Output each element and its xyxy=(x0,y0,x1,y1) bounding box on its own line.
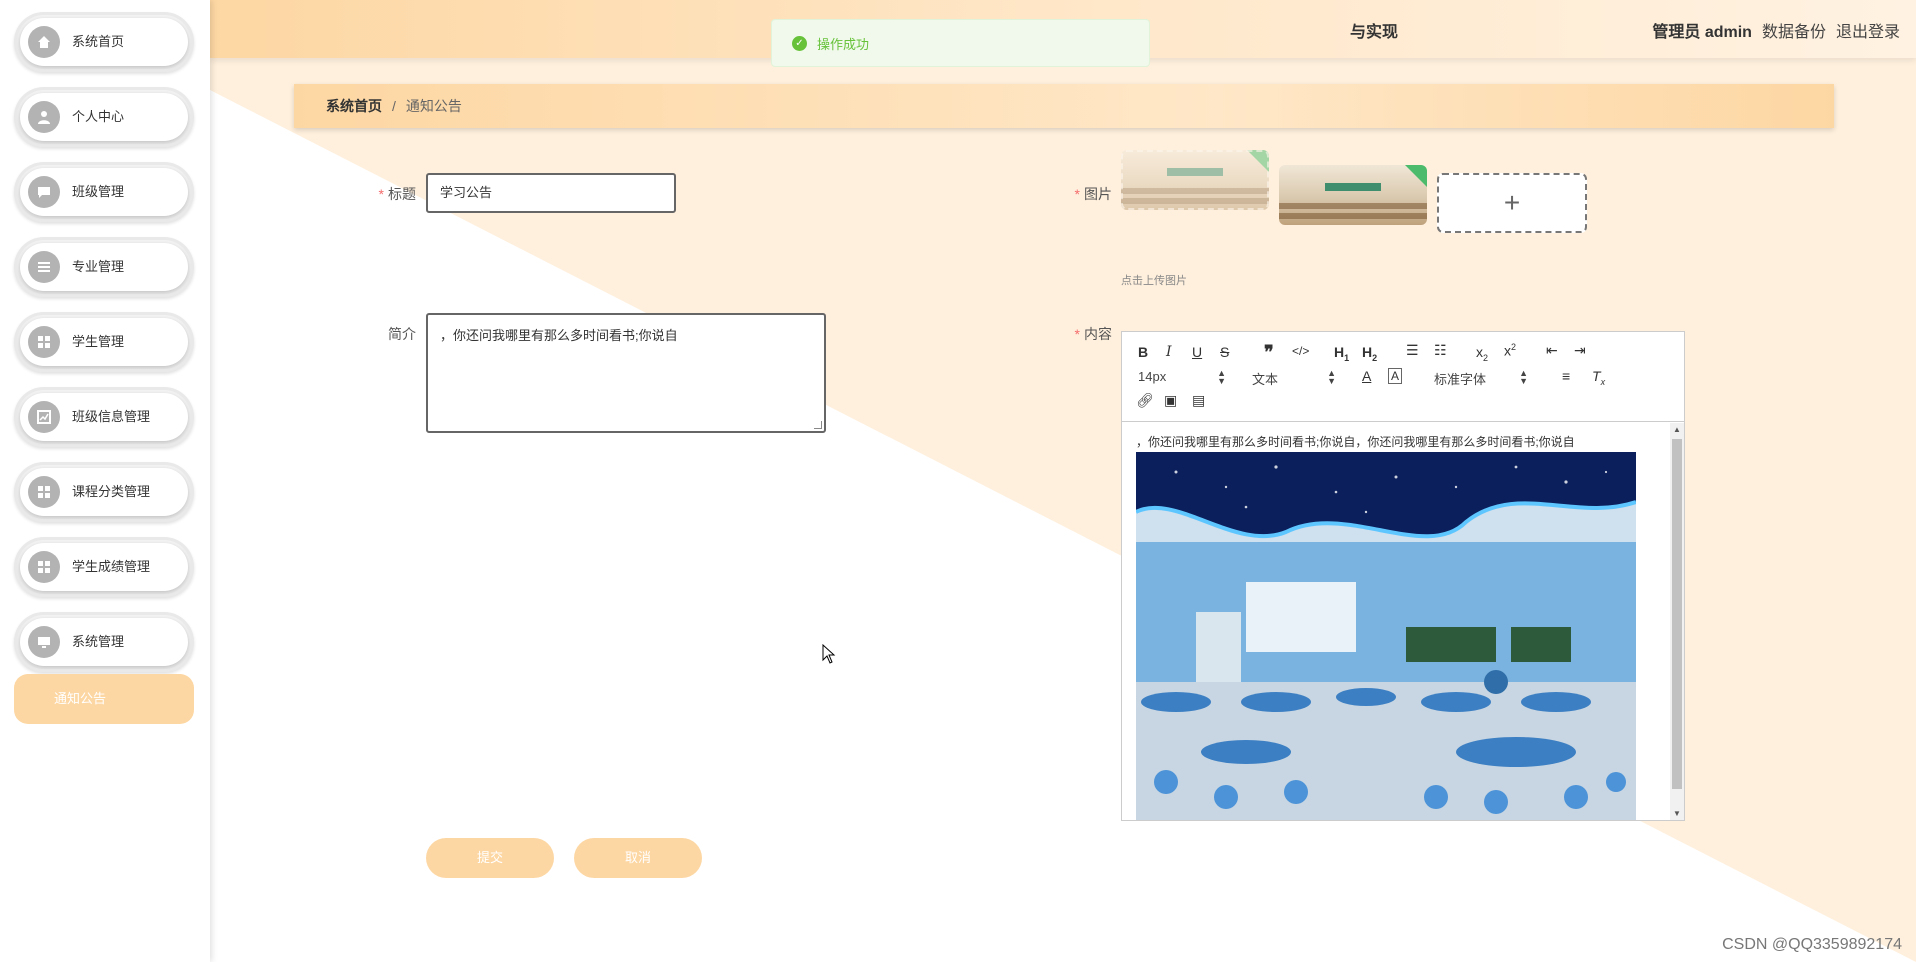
chevron-updown-icon: ▲ ▼ xyxy=(1327,368,1336,386)
main-area: 与实现 管理员 admin 数据备份 退出登录 系统首页 / 通知公告 * 标题 … xyxy=(210,0,1916,962)
editor-text: ，你还问我哪里有那么多时间看书;你说自，你还问我哪里有那么多时间看书;你说自 xyxy=(1136,435,1575,449)
summary-label: 简介 xyxy=(388,326,416,342)
breadcrumb-separator: / xyxy=(392,98,396,114)
image-label: * 图片 xyxy=(1074,186,1112,202)
sidebar-item-label: 个人中心 xyxy=(72,109,125,124)
blockquote-icon[interactable]: ❞ xyxy=(1264,342,1274,363)
video-icon[interactable]: ▤ xyxy=(1192,392,1205,409)
title-input[interactable]: 学习公告 xyxy=(426,173,676,213)
success-toast: ✓ 操作成功 xyxy=(771,19,1150,67)
heading-select[interactable]: 文本 ▲ ▼ xyxy=(1252,369,1336,388)
subscript-icon[interactable]: x2 xyxy=(1476,344,1488,363)
monitor-icon xyxy=(28,626,60,658)
code-icon[interactable]: </> xyxy=(1292,344,1309,358)
heading1-icon[interactable]: H1 xyxy=(1334,344,1349,363)
submit-button[interactable]: 提交 xyxy=(426,838,554,878)
list-icon xyxy=(28,251,60,283)
ordered-list-icon[interactable]: ☰ xyxy=(1406,342,1419,359)
system-title: 与实现 xyxy=(1350,24,1399,41)
toast-message: 操作成功 xyxy=(817,36,870,52)
heading2-icon[interactable]: H2 xyxy=(1362,344,1377,363)
sidebar-item-class-info[interactable]: 班级信息管理 xyxy=(14,387,194,447)
chevron-updown-icon: ▲ ▼ xyxy=(1217,368,1226,386)
content-label: * 内容 xyxy=(1074,326,1112,342)
scroll-up-icon[interactable]: ▲ xyxy=(1670,425,1684,434)
resize-handle[interactable] xyxy=(814,421,822,429)
sidebar-item-label: 专业管理 xyxy=(72,259,125,274)
strikethrough-icon[interactable]: S xyxy=(1220,344,1229,360)
sidebar-item-home[interactable]: 系统首页 xyxy=(14,12,194,72)
title-label: * 标题 xyxy=(378,186,416,202)
editor-content[interactable]: ，你还问我哪里有那么多时间看书;你说自，你还问我哪里有那么多时间看书;你说自 xyxy=(1122,423,1684,820)
underline-icon[interactable]: U xyxy=(1192,344,1202,360)
grid-icon xyxy=(28,326,60,358)
sidebar-subitem-notice[interactable]: 通知公告 xyxy=(14,674,194,724)
clear-format-icon[interactable]: Tx xyxy=(1592,368,1605,387)
font-family-select[interactable]: 标准字体 ▲ ▼ xyxy=(1434,369,1528,388)
upload-button[interactable]: + xyxy=(1437,173,1587,233)
user-icon xyxy=(28,101,60,133)
sidebar-item-label: 课程分类管理 xyxy=(72,484,151,499)
sidebar-item-grades[interactable]: 学生成绩管理 xyxy=(14,537,194,597)
check-circle-icon: ✓ xyxy=(792,35,807,51)
home-icon xyxy=(28,26,60,58)
link-icon[interactable]: 🔗︎ xyxy=(1136,392,1154,409)
sidebar-item-label: 班级信息管理 xyxy=(72,409,151,424)
classroom-photo xyxy=(1136,452,1636,820)
bold-icon[interactable]: B xyxy=(1138,344,1148,360)
image-icon[interactable]: ▣ xyxy=(1164,392,1177,409)
editor-toolbar: B I U S ❞ </> H1 H2 ☰ ☷ x2 x2 ⇤ ⇥ 14px ▲… xyxy=(1122,332,1684,422)
sidebar-item-class[interactable]: 班级管理 xyxy=(14,162,194,222)
sidebar-item-course-category[interactable]: 课程分类管理 xyxy=(14,462,194,522)
chart-icon xyxy=(28,401,60,433)
admin-label: 管理员 admin xyxy=(1652,24,1752,41)
breadcrumb-home[interactable]: 系统首页 xyxy=(326,96,382,116)
cancel-button[interactable]: 取消 xyxy=(574,838,702,878)
sidebar-item-label: 系统管理 xyxy=(72,634,125,649)
upload-tip: 点击上传图片 xyxy=(1121,275,1187,287)
rich-text-editor[interactable]: B I U S ❞ </> H1 H2 ☰ ☷ x2 x2 ⇤ ⇥ 14px ▲… xyxy=(1121,331,1685,821)
superscript-icon[interactable]: x2 xyxy=(1504,342,1516,359)
breadcrumb: 系统首页 / 通知公告 xyxy=(294,84,1834,128)
italic-icon[interactable]: I xyxy=(1166,344,1172,360)
mouse-cursor-icon xyxy=(822,644,836,664)
sidebar-item-profile[interactable]: 个人中心 xyxy=(14,87,194,147)
image-thumbnail-2[interactable] xyxy=(1279,165,1427,225)
background-color-icon[interactable]: A xyxy=(1388,368,1403,384)
sidebar-item-major[interactable]: 专业管理 xyxy=(14,237,194,297)
sidebar-item-system[interactable]: 系统管理 xyxy=(14,612,194,672)
bullet-list-icon[interactable]: ☷ xyxy=(1434,342,1447,359)
sidebar-item-label: 班级管理 xyxy=(72,184,125,199)
sidebar-item-label: 学生管理 xyxy=(72,334,125,349)
scroll-down-icon[interactable]: ▼ xyxy=(1670,809,1684,818)
sidebar-item-label: 系统首页 xyxy=(72,34,125,49)
font-size-select[interactable]: 14px ▲ ▼ xyxy=(1138,368,1226,386)
sidebar: 系统首页 个人中心 班级管理 专业管理 学生管理 班级信息管理 课程分类管理 学… xyxy=(0,0,210,962)
editor-scrollbar[interactable]: ▲ ▼ xyxy=(1670,423,1684,820)
plus-icon: + xyxy=(1503,187,1521,218)
image-thumbnail-1[interactable] xyxy=(1121,150,1269,210)
watermark: CSDN @QQ3359892174 xyxy=(1722,936,1902,953)
font-color-icon[interactable]: A xyxy=(1362,368,1371,384)
backup-link[interactable]: 数据备份 xyxy=(1762,18,1826,42)
logout-link[interactable]: 退出登录 xyxy=(1836,18,1900,42)
breadcrumb-current: 通知公告 xyxy=(405,98,462,114)
sidebar-item-label: 学生成绩管理 xyxy=(72,559,151,574)
summary-textarea[interactable]: ，你还问我哪里有那么多时间看书;你说自 xyxy=(426,313,826,433)
chat-icon xyxy=(28,176,60,208)
indent-icon[interactable]: ⇥ xyxy=(1574,342,1586,359)
grid-icon xyxy=(28,476,60,508)
top-right-menu: 管理员 admin 数据备份 退出登录 xyxy=(1652,18,1900,42)
sidebar-item-student[interactable]: 学生管理 xyxy=(14,312,194,372)
outdent-icon[interactable]: ⇤ xyxy=(1546,342,1558,359)
align-icon[interactable]: ≡ xyxy=(1562,368,1570,384)
chevron-updown-icon: ▲ ▼ xyxy=(1519,368,1528,386)
grid-icon xyxy=(28,551,60,583)
